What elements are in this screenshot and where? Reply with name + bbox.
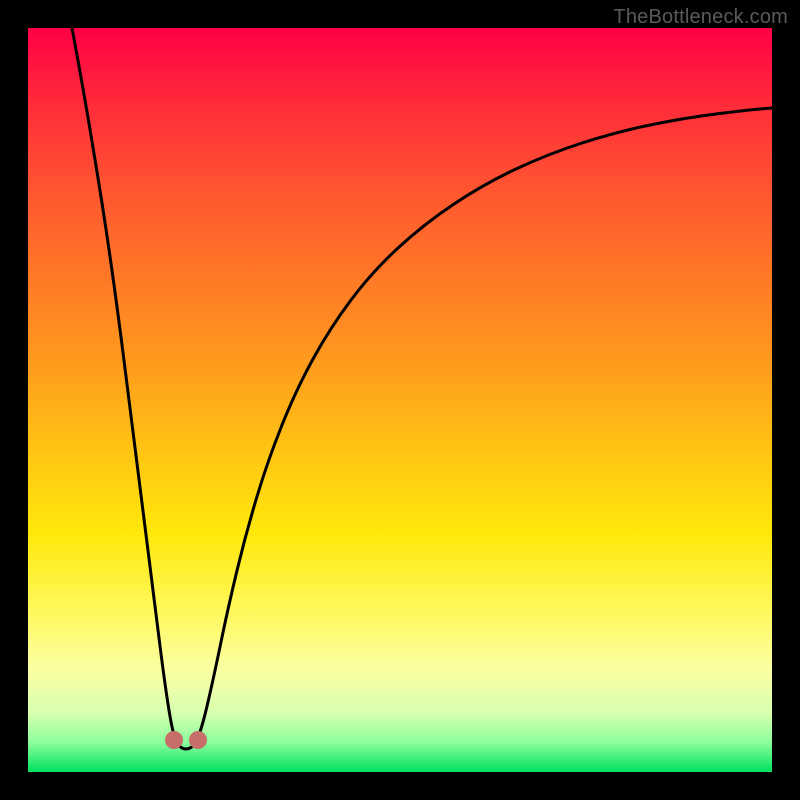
bottleneck-curve xyxy=(72,28,772,749)
chart-frame: TheBottleneck.com xyxy=(0,0,800,800)
curve-marker xyxy=(165,731,183,749)
curve-markers xyxy=(165,731,207,749)
curve-marker xyxy=(189,731,207,749)
watermark-text: TheBottleneck.com xyxy=(613,6,788,29)
plot-area xyxy=(28,28,772,772)
curve-layer xyxy=(28,28,772,772)
